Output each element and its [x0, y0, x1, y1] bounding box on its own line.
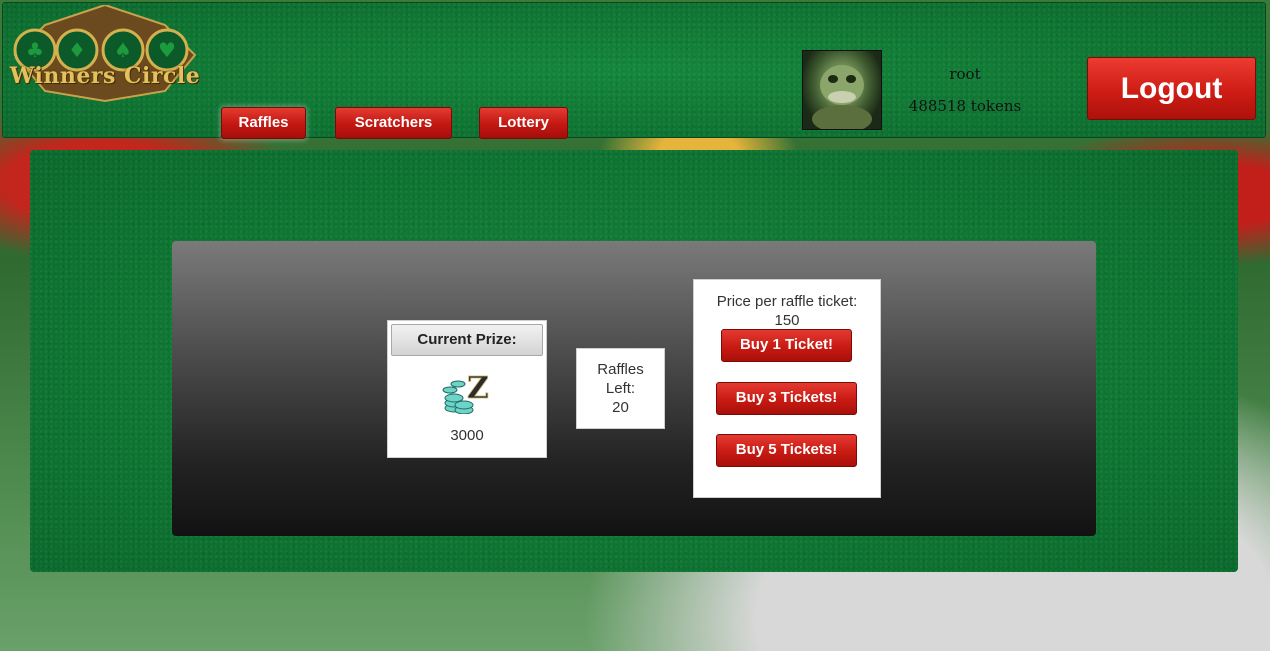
svg-text:♠: ♠ — [114, 38, 132, 62]
ticket-price-text: Price per raffle ticket: 150 — [694, 292, 880, 330]
site-header: ♣ ♦ ♠ ♥ Winners Circle Raffles Scratcher… — [2, 2, 1266, 139]
buy-1-ticket-button[interactable]: Buy 1 Ticket! — [721, 329, 852, 362]
nav-tab-raffles[interactable]: Raffles — [221, 107, 306, 139]
raffles-left-value: 20 — [612, 399, 629, 416]
logout-button[interactable]: Logout — [1087, 57, 1256, 120]
svg-text:♦: ♦ — [68, 38, 86, 62]
buy-3-tickets-button[interactable]: Buy 3 Tickets! — [716, 382, 857, 415]
raffle-panel: Current Prize: Z 3000 Raffles Left: 20 P… — [172, 241, 1096, 536]
prize-amount: 3000 — [450, 427, 484, 444]
current-prize-title: Current Prize: — [391, 324, 543, 356]
ticket-price-label: Price per raffle ticket: — [716, 293, 858, 310]
raffles-left-text: Raffles Left: 20 — [577, 360, 664, 417]
svg-text:Z: Z — [467, 371, 489, 406]
ticket-price-card: Price per raffle ticket: 150 Buy 1 Ticke… — [693, 279, 881, 498]
svg-text:♣: ♣ — [26, 38, 44, 62]
current-prize-card: Current Prize: Z 3000 — [387, 320, 547, 458]
nav-tab-scratchers[interactable]: Scratchers — [335, 107, 452, 139]
raffles-left-card: Raffles Left: 20 — [576, 348, 665, 429]
avatar-creature-icon — [812, 65, 872, 133]
token-coins-icon: Z — [442, 371, 489, 414]
token-balance: 488518 tokens — [908, 97, 1022, 115]
svg-text:♥: ♥ — [158, 38, 176, 62]
logo-text: Winners Circle — [9, 63, 201, 89]
ticket-price-value: 150 — [774, 312, 800, 329]
raffles-left-label-line1: Raffles — [597, 361, 644, 378]
nav-tab-lottery[interactable]: Lottery — [479, 107, 568, 139]
winners-circle-logo[interactable]: ♣ ♦ ♠ ♥ Winners Circle — [5, 3, 205, 103]
main-content: Current Prize: Z 3000 Raffles Left: 20 P… — [30, 150, 1238, 572]
user-avatar — [802, 50, 882, 133]
username: root — [949, 65, 981, 83]
buy-5-tickets-button[interactable]: Buy 5 Tickets! — [716, 434, 857, 467]
raffles-left-label-line2: Left: — [605, 380, 636, 397]
